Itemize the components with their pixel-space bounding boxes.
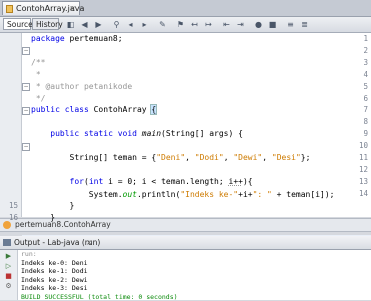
- toggle-highlight-icon[interactable]: ✎: [158, 20, 167, 29]
- line-number: 10: [348, 140, 368, 152]
- line-number: 13: [348, 176, 368, 188]
- shift-left-icon[interactable]: ⇤: [222, 20, 231, 29]
- line-number: 9: [348, 128, 368, 140]
- code-line: public static void main(String[] args) {: [31, 128, 243, 140]
- line-number: 2: [348, 45, 368, 57]
- output-line: Indeks ke-2: Dewi: [21, 276, 88, 285]
- source-tab[interactable]: Source: [3, 18, 31, 30]
- find-next-icon[interactable]: ▸: [140, 20, 149, 29]
- code-line: String[] teman = {"Deni", "Dodi", "Dewi"…: [31, 152, 310, 164]
- line-number: 7: [348, 104, 368, 116]
- navigator-path: pertemuan8.ContohArray: [15, 219, 111, 231]
- close-tab-icon[interactable]: ×: [69, 2, 76, 16]
- code-line: }: [31, 212, 55, 224]
- java-file-icon: [6, 5, 13, 13]
- history-tab[interactable]: History: [32, 18, 59, 30]
- close-output-icon[interactable]: ×: [86, 236, 92, 249]
- fold-toggle-icon[interactable]: −: [22, 47, 30, 55]
- editor-toolbar: Source History ◧ ◀ ▶ ⚲ ◂ ▸ ✎ ⚑ ↤ ↦ ⇤ ⇥ ●…: [0, 17, 371, 33]
- line-number: 3: [348, 57, 368, 69]
- back-icon[interactable]: ◀: [80, 20, 89, 29]
- code-line: * @author petanikode: [31, 81, 132, 93]
- output-tab[interactable]: Output - Lab-java (run) ×: [0, 236, 371, 250]
- line-number: 14: [348, 188, 368, 200]
- bookmark-icon[interactable]: ⚑: [176, 20, 185, 29]
- output-line: Indeks ke-3: Desi: [21, 284, 88, 293]
- uncomment-icon[interactable]: ≣: [300, 20, 309, 29]
- code-line: }: [31, 200, 74, 212]
- fold-toggle-icon[interactable]: −: [22, 143, 30, 151]
- line-number: 11: [348, 152, 368, 164]
- line-number: 8: [348, 116, 368, 128]
- line-number: 1: [348, 33, 368, 45]
- navigator-breadcrumb[interactable]: pertemuan8.ContohArray: [0, 218, 371, 232]
- line-number: 6: [348, 93, 368, 105]
- comment-icon[interactable]: ≡: [286, 20, 295, 29]
- code-line: System.out.println("Indeks ke-"+i+": " +…: [31, 189, 334, 201]
- rerun-icon[interactable]: ▶: [4, 252, 13, 260]
- code-line: */: [31, 93, 45, 105]
- fold-toggle-icon[interactable]: −: [22, 107, 30, 115]
- forward-icon[interactable]: ▶: [94, 20, 103, 29]
- code-editor[interactable]: 1 2 3 4 5 6 7 8 9 10 11 12 13 14 − − − −…: [0, 33, 371, 204]
- last-edit-icon[interactable]: ◧: [66, 20, 75, 29]
- line-number: 5: [348, 81, 368, 93]
- rerun-different-icon[interactable]: ▷: [4, 262, 13, 270]
- record-macro-icon[interactable]: ●: [254, 20, 263, 29]
- output-toolbar: ▶ ▷ ■ ⚙: [0, 250, 18, 300]
- shift-right-icon[interactable]: ⇥: [236, 20, 245, 29]
- prev-bookmark-icon[interactable]: ↤: [190, 20, 199, 29]
- line-number: 4: [348, 69, 368, 81]
- code-line: public class ContohArray {: [31, 104, 156, 116]
- line-number: 16: [0, 212, 18, 224]
- code-line: package pertemuan8;: [31, 33, 123, 45]
- output-line: Indeks ke-0: Deni: [21, 259, 88, 268]
- find-icon[interactable]: ⚲: [112, 20, 121, 29]
- line-number: 12: [348, 164, 368, 176]
- output-window-icon: [3, 239, 11, 246]
- output-line: run:: [21, 250, 37, 259]
- settings-icon[interactable]: ⚙: [4, 282, 13, 290]
- output-line: Indeks ke-1: Dodi: [21, 267, 88, 276]
- line-number: 15: [0, 200, 18, 212]
- file-tab[interactable]: ContohArray.java ×: [2, 1, 80, 15]
- stop-macro-icon[interactable]: ■: [268, 20, 277, 29]
- code-line: *: [31, 69, 41, 81]
- next-bookmark-icon[interactable]: ↦: [204, 20, 213, 29]
- line-number-gutter: [0, 33, 22, 204]
- editor-tab-bar: ContohArray.java ×: [0, 0, 371, 17]
- fold-toggle-icon[interactable]: −: [22, 83, 30, 91]
- stop-icon[interactable]: ■: [4, 272, 13, 280]
- code-line: for(int i = 0; i < teman.length; i++){: [31, 176, 253, 188]
- output-console[interactable]: ▶ ▷ ■ ⚙ run: Indeks ke-0: Deni Indeks ke…: [0, 250, 371, 300]
- find-prev-icon[interactable]: ◂: [126, 20, 135, 29]
- code-line: /**: [31, 57, 45, 69]
